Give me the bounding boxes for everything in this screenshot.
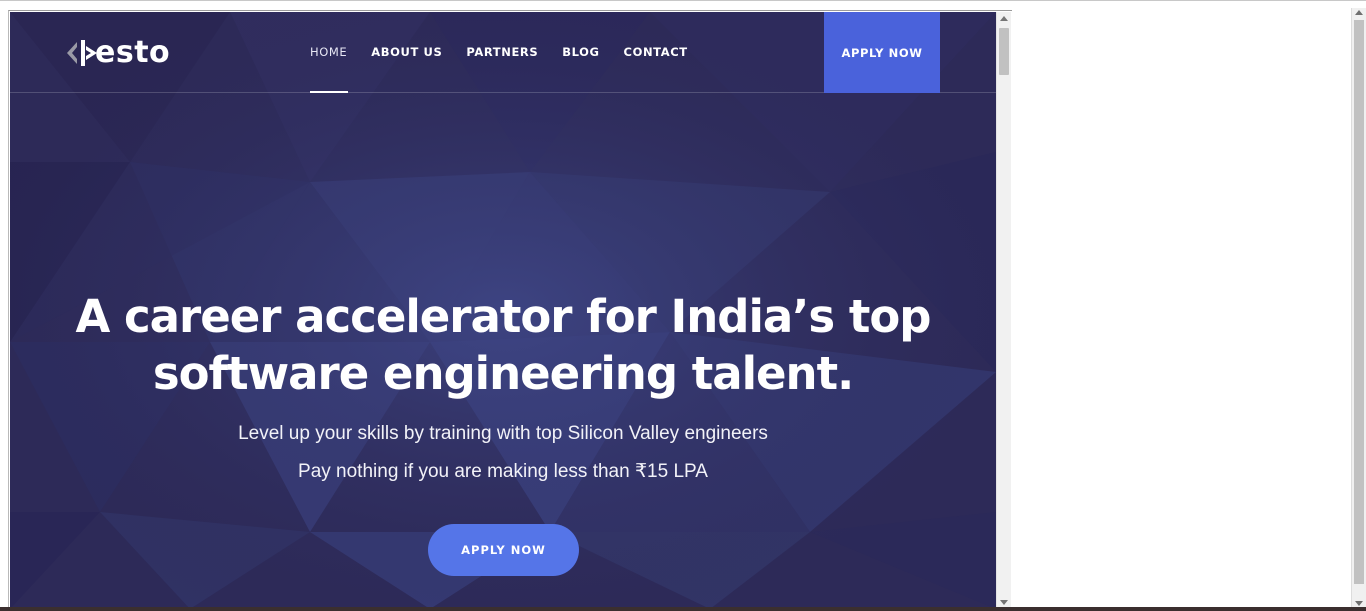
browser-viewport: esto HOME ABOUT US PARTNERS BLOG CONTACT…	[8, 10, 1012, 611]
window-scroll-down-arrow-icon[interactable]	[1355, 601, 1363, 606]
nav-item-about-us[interactable]: ABOUT US	[371, 45, 442, 59]
hero-subtitle-training: Level up your skills by training with to…	[238, 423, 768, 444]
top-navbar: esto HOME ABOUT US PARTNERS BLOG CONTACT…	[10, 12, 996, 93]
pesto-logo-icon	[67, 40, 97, 66]
main-menu: HOME ABOUT US PARTNERS BLOG CONTACT	[310, 45, 688, 59]
hero-apply-now-button[interactable]: APPLY NOW	[428, 524, 579, 576]
hero-title-line-1: A career accelerator for India’s top	[75, 290, 932, 343]
active-nav-indicator	[310, 91, 348, 93]
nav-apply-now-button[interactable]: APPLY NOW	[824, 12, 940, 93]
hero-title: A career accelerator for India’s top sof…	[30, 288, 976, 402]
page-scrollbar[interactable]	[996, 12, 1011, 609]
window-scrollbar-thumb[interactable]	[1354, 20, 1364, 584]
hero-subtitle-pricing: Pay nothing if you are making less than …	[298, 461, 708, 482]
pesto-homepage: esto HOME ABOUT US PARTNERS BLOG CONTACT…	[10, 12, 996, 609]
scrollbar-thumb[interactable]	[999, 28, 1009, 75]
hero-title-line-2: software engineering talent.	[152, 347, 854, 400]
scroll-up-arrow-icon[interactable]	[1000, 16, 1008, 21]
pesto-logo[interactable]: esto	[65, 36, 170, 70]
window-scrollbar[interactable]	[1351, 8, 1366, 608]
window-scroll-up-arrow-icon[interactable]	[1355, 10, 1363, 15]
nav-item-contact[interactable]: CONTACT	[624, 45, 688, 59]
window-top-border	[0, 0, 1366, 1]
nav-item-partners[interactable]: PARTNERS	[466, 45, 538, 59]
nav-item-home[interactable]: HOME	[310, 45, 347, 59]
taskbar-edge	[0, 607, 1366, 611]
scroll-down-arrow-icon[interactable]	[1000, 600, 1008, 605]
logo-wordmark: esto	[95, 35, 171, 70]
nav-item-blog[interactable]: BLOG	[562, 45, 599, 59]
